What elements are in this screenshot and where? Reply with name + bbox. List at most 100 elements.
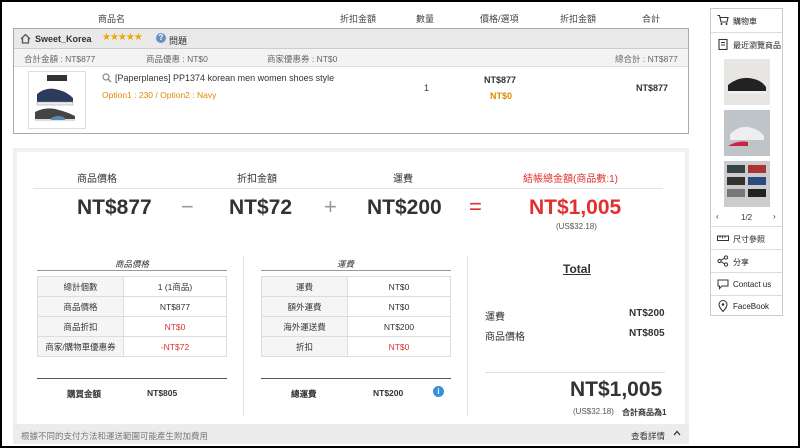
sidebar-facebook-label: FaceBook bbox=[733, 302, 770, 311]
table-key: 折扣 bbox=[261, 336, 348, 357]
header-discount-2: 折扣金額 bbox=[560, 14, 597, 24]
sidebar-recent-label: 最近瀏覽商品 bbox=[733, 41, 781, 50]
item-price: NT$877 bbox=[484, 75, 517, 85]
header-total: 合計 bbox=[642, 14, 661, 24]
product-price-table: 總計個數 1 (1商品) 商品價格 NT$877 商品折扣 NT$0 商家/購物車優惠… bbox=[37, 276, 227, 357]
sidebar-cart-label: 購物車 bbox=[733, 17, 757, 26]
cart-icon bbox=[717, 14, 729, 26]
calc-total-usd: (US$32.18) bbox=[556, 222, 597, 231]
table-row: 商品折扣 NT$0 bbox=[37, 316, 227, 337]
product-thumbnail[interactable] bbox=[28, 71, 86, 129]
seller-coupon: 商家優惠券 : NT$0 bbox=[267, 54, 338, 64]
footer-note: 根據不同的支付方法和運送範圍可能產生附加費用 bbox=[21, 431, 209, 441]
location-pin-icon bbox=[717, 300, 729, 313]
calc-divider bbox=[33, 188, 663, 189]
item-total: NT$877 bbox=[636, 83, 669, 93]
table-row: 商家/購物車優惠券 -NT$72 bbox=[37, 336, 227, 357]
header-product: 商品名 bbox=[98, 14, 126, 24]
sidebar-size-label: 尺寸參照 bbox=[733, 235, 765, 244]
sidebar-size-chart[interactable]: 尺寸參照 bbox=[711, 227, 782, 249]
chat-icon bbox=[717, 278, 729, 290]
total-box-shipping-value: NT$200 bbox=[629, 308, 665, 319]
calc-equals-sign: = bbox=[469, 194, 482, 219]
table-key: 總計個數 bbox=[37, 276, 124, 297]
home-icon[interactable] bbox=[20, 33, 31, 44]
footer-details-link[interactable]: 查看詳情 bbox=[631, 430, 665, 442]
pager-text: 1/2 bbox=[741, 213, 753, 222]
question-icon[interactable]: ? bbox=[156, 33, 166, 43]
chevron-up-icon[interactable] bbox=[673, 429, 681, 437]
seller-grand-total: 總合計 : NT$877 bbox=[615, 54, 678, 64]
table-key: 額外運費 bbox=[261, 296, 348, 317]
calc-label-price: 商品價格 bbox=[77, 174, 117, 185]
table-value: NT$200 bbox=[347, 316, 451, 337]
right-sidebar: 購物車 最近瀏覽商品 ‹ 1/2 › 尺寸參照 分享 Contact us Fa… bbox=[710, 8, 783, 316]
header-qty: 數量 bbox=[416, 14, 435, 24]
total-box-grand: NT$1,005 bbox=[570, 378, 663, 401]
total-box-usd: (US$32.18) bbox=[573, 407, 614, 416]
calc-label-shipping: 運費 bbox=[393, 174, 413, 185]
item-name-link[interactable]: [Paperplanes] PP1374 korean men women sh… bbox=[115, 73, 334, 83]
sidebar-contact-label: Contact us bbox=[733, 280, 772, 289]
table-value: 1 (1商品) bbox=[123, 276, 227, 297]
table-value: -NT$72 bbox=[123, 336, 227, 357]
seller-rating-stars: ★★★★★ bbox=[102, 32, 143, 43]
sidebar-contact[interactable]: Contact us bbox=[711, 273, 782, 295]
magnifier-icon[interactable] bbox=[102, 73, 112, 83]
seller-name[interactable]: Sweet_Korea bbox=[35, 34, 92, 44]
sidebar-share[interactable]: 分享 bbox=[711, 250, 782, 272]
total-box-divider bbox=[485, 372, 665, 373]
share-icon bbox=[717, 255, 729, 267]
column-divider-2 bbox=[467, 256, 468, 416]
shipping-table-rule bbox=[261, 270, 451, 271]
total-box-price-label: 商品價格 bbox=[485, 332, 525, 343]
table-value: NT$0 bbox=[347, 296, 451, 317]
table-value: NT$877 bbox=[123, 296, 227, 317]
info-icon[interactable]: i bbox=[433, 386, 444, 397]
seller-summary-row: 合計金額 : NT$877 商品優惠 : NT$0 商家優惠券 : NT$0 總… bbox=[14, 49, 688, 67]
calc-total-value: NT$1,005 bbox=[529, 196, 622, 219]
recent-thumb[interactable] bbox=[724, 59, 770, 105]
product-table-rule bbox=[37, 270, 227, 271]
footer-bar: 根據不同的支付方法和運送範圍可能產生附加費用 查看詳情 bbox=[13, 424, 689, 444]
recent-thumb[interactable] bbox=[724, 161, 770, 207]
table-value: NT$0 bbox=[347, 276, 451, 297]
sidebar-cart[interactable]: 購物車 bbox=[711, 9, 782, 31]
page: 商品名 折扣金額 數量 價格/選項 折扣金額 合計 Sweet_Korea ★★… bbox=[2, 2, 798, 446]
table-row: 折扣 NT$0 bbox=[261, 336, 451, 357]
total-box-price-value: NT$805 bbox=[629, 328, 665, 339]
seller-row: Sweet_Korea ★★★★★ ? 問題 bbox=[14, 29, 688, 49]
item-option: Option1 : 230 / Option2 : Navy bbox=[102, 90, 217, 100]
recent-thumb[interactable] bbox=[724, 110, 770, 156]
shipping-footer-rule bbox=[261, 378, 451, 379]
shipping-table-title: 運費 bbox=[337, 259, 355, 269]
header-price-option: 價格/選項 bbox=[480, 14, 519, 24]
shipping-footer-value: NT$200 bbox=[373, 388, 404, 398]
product-footer-value: NT$805 bbox=[147, 388, 178, 398]
table-key: 海外運送費 bbox=[261, 316, 348, 337]
calc-label-discount: 折扣金額 bbox=[237, 174, 277, 185]
ruler-icon bbox=[717, 232, 729, 244]
header-discount: 折扣金額 bbox=[340, 14, 377, 24]
calc-label-total: 結帳總金額(商品數:1) bbox=[523, 174, 618, 185]
table-key: 商家/購物車優惠券 bbox=[37, 336, 124, 357]
total-box-count: 合計商品為1 bbox=[622, 408, 667, 417]
table-key: 商品折扣 bbox=[37, 316, 124, 337]
table-row: 商品價格 NT$877 bbox=[37, 296, 227, 317]
product-footer-rule bbox=[37, 378, 227, 379]
item-price-discount: NT$0 bbox=[490, 91, 513, 101]
product-table-title: 商品價格 bbox=[115, 259, 150, 269]
seller-question-link[interactable]: 問題 bbox=[169, 34, 187, 47]
pager-next-icon[interactable]: › bbox=[773, 212, 776, 221]
calc-plus-sign: + bbox=[324, 194, 337, 219]
sidebar-facebook[interactable]: FaceBook bbox=[711, 295, 782, 317]
pager-prev-icon[interactable]: ‹ bbox=[716, 212, 719, 221]
table-key: 商品價格 bbox=[37, 296, 124, 317]
total-box-title: Total bbox=[563, 262, 591, 276]
sidebar-recent[interactable]: 最近瀏覽商品 bbox=[711, 33, 782, 55]
payment-summary-inner: 商品價格 折扣金額 運費 結帳總金額(商品數:1) NT$877 − NT$72… bbox=[17, 152, 685, 424]
calc-shipping-value: NT$200 bbox=[367, 196, 442, 219]
shipping-footer-key: 總運費 bbox=[291, 389, 317, 399]
cart-item-row: [Paperplanes] PP1374 korean men women sh… bbox=[14, 67, 688, 133]
table-row: 運費 NT$0 bbox=[261, 276, 451, 297]
